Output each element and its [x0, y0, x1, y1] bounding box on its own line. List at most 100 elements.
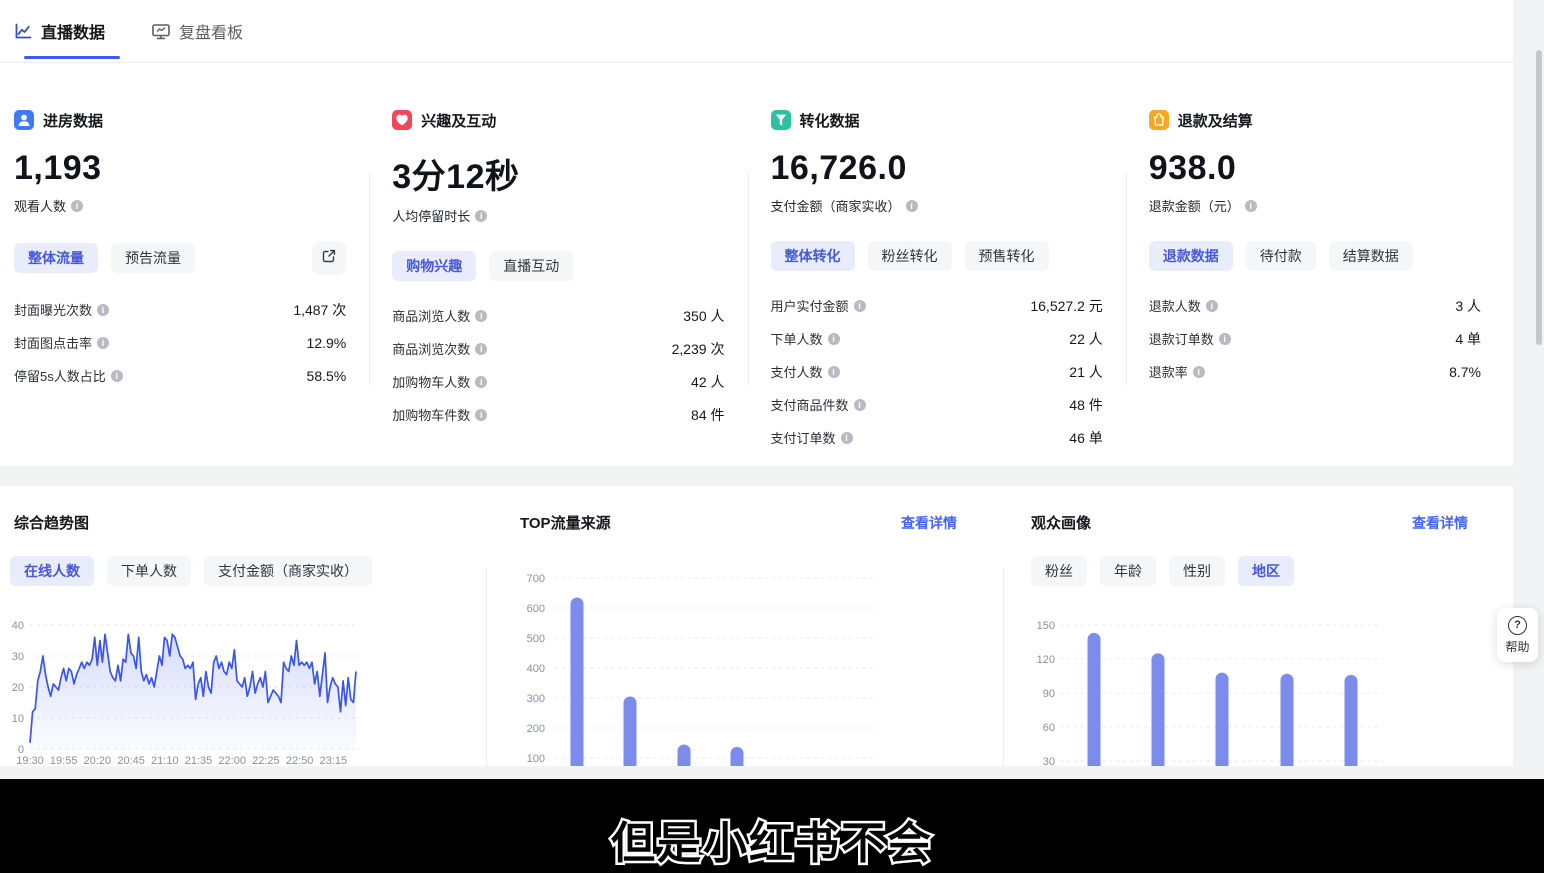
metric-label: 加购物车件数i	[392, 405, 487, 424]
info-icon[interactable]: i	[475, 310, 487, 322]
metric-row: 封面图点击率i 12.9%	[14, 326, 346, 359]
info-icon[interactable]: i	[1193, 366, 1205, 378]
info-icon[interactable]: i	[906, 200, 918, 212]
card-metric-rows: 用户实付金额i 16,527.2 元 下单人数i 22 人 支付人数i 21 人…	[771, 289, 1103, 454]
scrollbar-thumb[interactable]	[1536, 50, 1542, 345]
filter-chip[interactable]: 支付金额（商家实收）	[204, 556, 372, 586]
svg-text:40: 40	[12, 620, 24, 632]
audience-filter-chips: 粉丝年龄性别地区	[1031, 556, 1294, 586]
filter-chip[interactable]: 待付款	[1246, 241, 1316, 271]
info-icon[interactable]: i	[841, 432, 853, 444]
info-icon[interactable]: i	[854, 399, 866, 411]
svg-text:20:20: 20:20	[84, 755, 112, 766]
card-metric-rows: 商品浏览人数i 350 人 商品浏览次数i 2,239 次 加购物车人数i 42…	[392, 299, 724, 431]
card-header: 退款及结算	[1149, 109, 1481, 131]
metric-row: 停留5s人数占比i 58.5%	[14, 359, 346, 392]
traffic-view-details-link[interactable]: 查看详情	[901, 513, 957, 533]
metric-value: 3 人	[1455, 296, 1481, 316]
card-filter-chips: 整体转化粉丝转化预售转化	[771, 241, 1103, 271]
filter-chip[interactable]: 年龄	[1100, 556, 1156, 586]
info-icon[interactable]: i	[828, 366, 840, 378]
svg-text:500: 500	[527, 633, 545, 645]
metric-row: 支付订单数i 46 单	[771, 421, 1103, 454]
filter-chip[interactable]: 预告流量	[111, 243, 195, 273]
svg-text:120: 120	[1037, 654, 1055, 666]
svg-text:23:15: 23:15	[320, 755, 348, 766]
metric-row: 支付商品件数i 48 件	[771, 388, 1103, 421]
info-icon[interactable]: i	[475, 376, 487, 388]
info-icon[interactable]: i	[854, 300, 866, 312]
metric-label: 退款订单数i	[1149, 329, 1231, 348]
svg-text:19:55: 19:55	[50, 755, 78, 766]
svg-text:20:45: 20:45	[117, 755, 145, 766]
audience-view-details-link[interactable]: 查看详情	[1412, 513, 1468, 533]
metric-row: 支付人数i 21 人	[771, 355, 1103, 388]
info-icon[interactable]: i	[1219, 333, 1231, 345]
metric-row: 退款人数i 3 人	[1149, 289, 1481, 322]
audience-bar-chart: 150120906030	[1003, 605, 1503, 766]
stat-card: 转化数据 16,726.0 支付金额（商家实收）i 整体转化粉丝转化预售转化 用…	[757, 63, 1135, 466]
metric-label: 退款率i	[1149, 362, 1205, 381]
svg-text:60: 60	[1043, 722, 1055, 734]
info-icon[interactable]: i	[71, 200, 83, 212]
filter-chip[interactable]: 预售转化	[965, 241, 1049, 271]
card-metric-rows: 封面曝光次数i 1,487 次 封面图点击率i 12.9% 停留5s人数占比i …	[14, 293, 346, 392]
card-big-label: 观看人数i	[14, 196, 346, 215]
metric-row: 退款订单数i 4 单	[1149, 322, 1481, 355]
metric-label: 商品浏览次数i	[392, 339, 487, 358]
filter-chip[interactable]: 性别	[1169, 556, 1225, 586]
filter-chip[interactable]: 下单人数	[107, 556, 191, 586]
metric-value: 46 单	[1069, 428, 1102, 448]
filter-chip[interactable]: 退款数据	[1149, 241, 1233, 271]
filter-chip[interactable]: 整体转化	[771, 241, 855, 271]
metric-label: 退款人数i	[1149, 296, 1218, 315]
info-icon[interactable]: i	[1245, 200, 1257, 212]
filter-chip[interactable]: 粉丝	[1031, 556, 1087, 586]
metric-row: 退款率i 8.7%	[1149, 355, 1481, 388]
filter-chip[interactable]: 整体流量	[14, 243, 98, 273]
tab-live-data[interactable]: 直播数据	[14, 0, 105, 62]
info-icon[interactable]: i	[111, 370, 123, 382]
filter-chip[interactable]: 粉丝转化	[868, 241, 952, 271]
traffic-bar-chart: 700600500400300200100	[486, 560, 986, 766]
metric-value: 48 件	[1069, 395, 1102, 415]
card-big-value: 3分12秒	[392, 149, 724, 198]
svg-text:20: 20	[12, 682, 24, 694]
svg-text:400: 400	[527, 663, 545, 675]
heart-icon	[392, 110, 412, 130]
info-icon[interactable]: i	[1206, 300, 1218, 312]
filter-chip[interactable]: 购物兴趣	[392, 251, 476, 281]
metric-row: 封面曝光次数i 1,487 次	[14, 293, 346, 326]
info-icon[interactable]: i	[475, 210, 487, 222]
tab-review-board[interactable]: 复盘看板	[151, 0, 243, 62]
card-big-value: 1,193	[14, 149, 346, 188]
metric-label: 加购物车人数i	[392, 372, 487, 391]
filter-chip[interactable]: 直播互动	[489, 251, 573, 281]
filter-chip[interactable]: 在线人数	[10, 556, 94, 586]
filter-chip[interactable]: 地区	[1238, 556, 1294, 586]
metric-value: 4 单	[1455, 329, 1481, 349]
subtitle-text: 但是小红书不会	[611, 781, 933, 871]
open-external-button[interactable]	[312, 241, 346, 275]
help-button[interactable]: ? 帮助	[1497, 608, 1538, 662]
info-icon[interactable]: i	[475, 409, 487, 421]
audience-profile-section: 观众画像 查看详情 粉丝年龄性别地区 150120906030	[1003, 486, 1513, 766]
svg-text:30: 30	[12, 651, 24, 663]
metric-value: 84 件	[691, 405, 724, 425]
info-icon[interactable]: i	[475, 343, 487, 355]
live-data-dashboard: 直播数据 复盘看板 进房数据 1,193 观看人数i 整体流量预告流量 封面曝光…	[0, 0, 1544, 873]
filter-chip[interactable]: 结算数据	[1329, 241, 1413, 271]
stat-cards-row: 进房数据 1,193 观看人数i 整体流量预告流量 封面曝光次数i 1,487 …	[0, 63, 1513, 466]
svg-text:21:10: 21:10	[151, 755, 179, 766]
info-icon[interactable]: i	[828, 333, 840, 345]
metric-row: 加购物车件数i 84 件	[392, 398, 724, 431]
line-chart-icon	[14, 22, 33, 41]
audience-title: 观众画像	[1031, 512, 1091, 533]
card-big-value: 16,726.0	[771, 149, 1103, 188]
card-big-label: 支付金额（商家实收）i	[771, 196, 1103, 215]
info-icon[interactable]: i	[97, 304, 109, 316]
metric-value: 58.5%	[307, 368, 347, 384]
svg-text:22:25: 22:25	[252, 755, 280, 766]
info-icon[interactable]: i	[97, 337, 109, 349]
user-icon	[14, 110, 34, 130]
